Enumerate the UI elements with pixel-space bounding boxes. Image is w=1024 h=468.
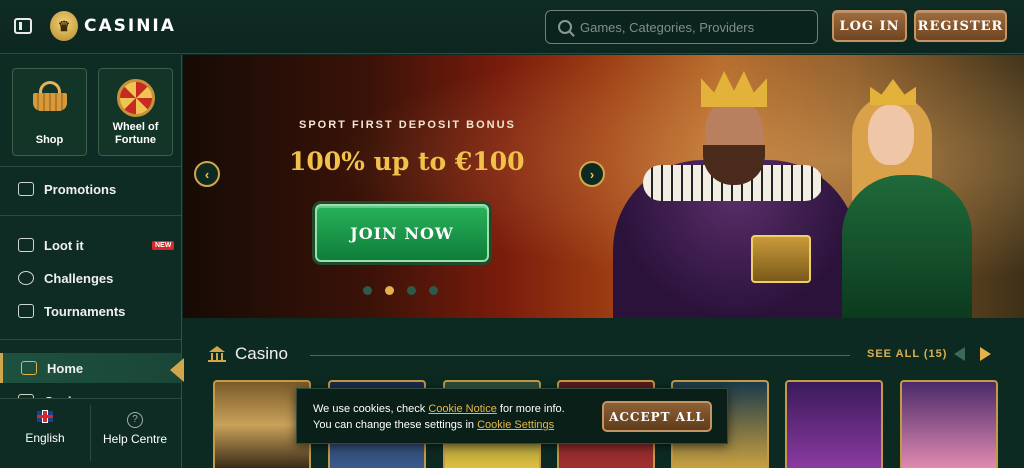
chevron-right-icon: › [589,166,595,182]
carousel-dots [363,286,438,295]
logo[interactable]: ♛ CASINIA [50,11,176,41]
casino-section-header: Casino SEE ALL (15) [208,343,1008,367]
sidebar-divider [0,215,181,216]
carousel-dot[interactable] [407,286,416,295]
loot-box-icon [18,238,34,252]
trophy-icon [18,304,34,318]
sidebar-toggle-icon[interactable] [14,18,32,34]
search-input[interactable] [580,19,810,35]
help-label: Help Centre [102,432,168,446]
sidebar: Shop Wheel of Fortune Promotions Loot it… [0,55,184,468]
language-selector[interactable]: English [24,411,66,445]
sidebar-item-promotions[interactable]: Promotions [0,174,181,204]
wheel-tile-label: Wheel of Fortune [112,121,159,146]
sidebar-divider [0,339,181,340]
carousel-dot[interactable] [429,286,438,295]
top-header: ♛ CASINIA LOG IN REGISTER [0,0,1024,54]
hero-banner[interactable]: ‹ SPORT FIRST DEPOSIT BONUS 100% up to €… [183,55,1024,318]
crown-logo-icon: ♛ [50,11,78,41]
sidebar-item-loot-it[interactable]: Loot it NEW [0,230,181,260]
shop-tile[interactable]: Shop [12,68,87,156]
see-all-link[interactable]: SEE ALL (15) [867,348,947,360]
uk-flag-icon [37,411,53,422]
cookie-message: We use cookies, check Cookie Notice for … [313,401,603,433]
game-card[interactable] [785,380,883,468]
section-title: Casino [235,344,288,363]
accept-all-button[interactable]: ACCEPT ALL [602,401,712,432]
footer-divider [90,405,91,461]
king-illustration [613,65,863,318]
new-badge: NEW [152,240,175,250]
section-divider [310,355,850,356]
game-card[interactable] [900,380,998,468]
hero-subtitle: SPORT FIRST DEPOSIT BONUS [299,119,516,131]
sidebar-item-label: Tournaments [44,303,126,319]
challenge-icon [18,271,34,285]
sidebar-item-label: Promotions [44,181,117,197]
carousel-dot[interactable] [363,286,372,295]
chevron-left-icon: ‹ [204,166,210,182]
logo-text: CASINIA [84,16,176,36]
sidebar-item-label: Loot it [44,237,84,253]
sidebar-item-label: Home [47,360,84,376]
cookie-text: for more info. [496,403,565,415]
sidebar-item-challenges[interactable]: Challenges [0,263,181,293]
basket-icon [33,81,67,111]
cookie-text: We use cookies, check [313,403,429,415]
queen-illustration [838,75,988,318]
sidebar-footer: English ? Help Centre [0,398,181,468]
language-label: English [25,431,65,445]
help-centre-link[interactable]: ? Help Centre [100,411,170,446]
carousel-next-button[interactable]: › [579,161,605,187]
sidebar-item-home[interactable]: Home [0,353,181,383]
wheel-icon [117,79,155,117]
sidebar-item-label: Challenges [44,270,114,286]
sidebar-item-tournaments[interactable]: Tournaments [0,296,181,326]
cookie-text: You can change these settings in [313,419,478,431]
sidebar-divider [0,166,181,167]
search-icon [558,20,572,34]
shop-tile-label: Shop [35,134,64,146]
login-button[interactable]: LOG IN [832,10,907,42]
search-box[interactable] [545,10,818,44]
scroll-right-icon[interactable] [980,347,991,361]
home-icon [21,361,37,375]
join-now-button[interactable]: JOIN NOW [315,204,489,262]
question-icon: ? [127,412,143,428]
wheel-of-fortune-tile[interactable]: Wheel of Fortune [98,68,173,156]
cookie-notice-link[interactable]: Cookie Notice [428,403,496,415]
cookie-banner: We use cookies, check Cookie Notice for … [296,388,728,444]
casino-building-icon [208,346,226,362]
scroll-left-icon[interactable] [954,347,965,361]
carousel-dot-active[interactable] [385,286,394,295]
cookie-settings-link[interactable]: Cookie Settings [477,419,554,431]
carousel-prev-button[interactable]: ‹ [194,161,220,187]
hero-title: 100% up to €100 [289,147,525,176]
register-button[interactable]: REGISTER [914,10,1007,42]
gift-box-icon [18,182,34,196]
